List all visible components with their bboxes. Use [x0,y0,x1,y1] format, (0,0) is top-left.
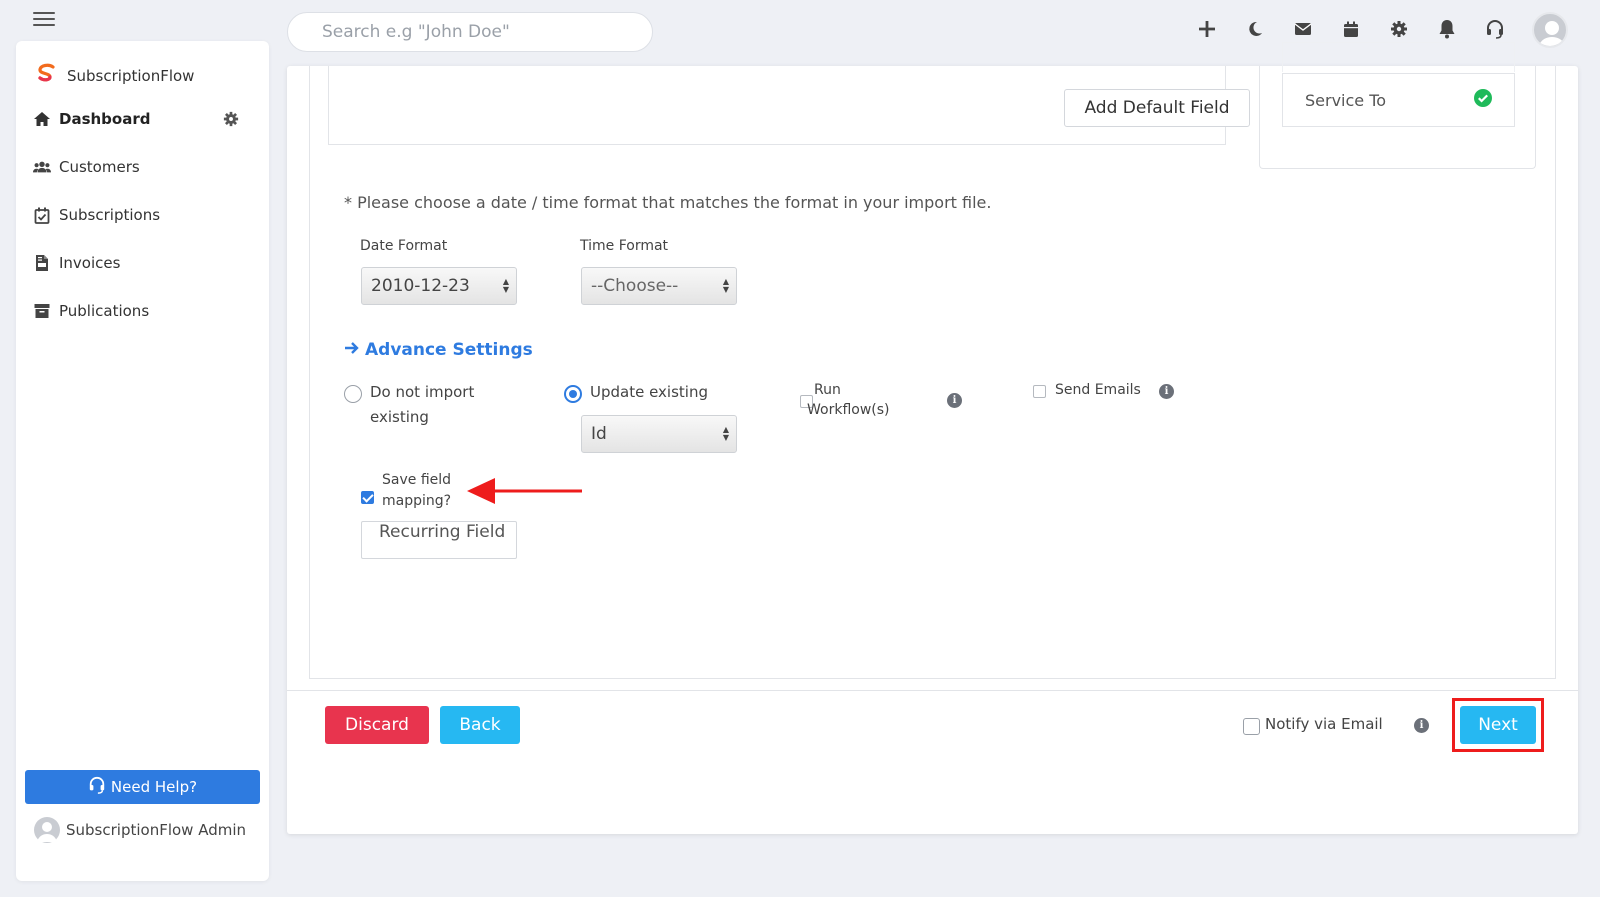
selected-value: 2010-12-23 [371,276,470,296]
sidebar-item-invoices[interactable]: Invoices [33,254,120,272]
mail-icon[interactable] [1292,18,1314,40]
run-workflow-label: Run Workflow(s) [807,380,890,420]
label-line: mapping? [382,493,452,509]
info-icon[interactable]: i [947,393,962,408]
send-emails-label: Send Emails [1055,382,1141,398]
selected-value: Id [591,424,607,444]
save-field-mapping-label: Save field mapping? [382,470,451,512]
mapping-name-input[interactable]: Recurring Field [361,521,517,559]
brand-name: SubscriptionFlow [67,67,195,85]
do-not-import-label: Do not import existing [370,380,474,430]
notify-via-email-checkbox[interactable] [1243,718,1260,735]
label-line: Save field [382,472,452,488]
headset-icon [88,776,106,798]
top-icons [1196,18,1506,40]
sidebar-item-label: Subscriptions [59,206,161,224]
default-fields-box: Add Default Field [328,66,1250,145]
send-emails-checkbox[interactable] [1033,385,1046,398]
need-help-label: Need Help? [110,778,198,796]
info-icon[interactable]: i [1159,384,1174,399]
sidebar-item-label: Dashboard [59,110,151,128]
select-arrows-icon: ▲ ▼ [722,277,729,294]
arrow-right-icon [344,340,360,360]
list-item[interactable]: Service To [1282,73,1515,127]
user-name: SubscriptionFlow Admin [66,821,247,839]
field-name: Service To [1305,90,1387,110]
home-icon [33,110,51,128]
need-help-button[interactable]: Need Help? [25,770,260,804]
discard-button[interactable]: Discard [325,706,429,744]
check-circle-icon [1474,89,1492,111]
label-line: Workflow(s) [807,402,890,418]
do-not-import-radio[interactable] [344,385,362,403]
file-invoice-icon [33,254,51,272]
input-value: Recurring Field [379,522,506,542]
mapped-fields-list: Service To [1259,42,1536,169]
plus-icon[interactable] [1196,18,1218,40]
advance-settings-label: Advance Settings [365,340,533,360]
date-format-note: * Please choose a date / time format tha… [344,193,992,212]
search-input[interactable] [287,12,653,52]
label-line: Do not import [370,383,475,401]
notify-via-email-label: Notify via Email [1265,715,1383,733]
sidebar-item-label: Publications [59,302,150,320]
next-button[interactable]: Next [1460,706,1536,744]
sidebar-item-customers[interactable]: Customers [33,158,140,176]
archive-icon [33,302,51,320]
add-default-field-button[interactable]: Add Default Field [1064,89,1250,127]
selected-value: --Choose-- [591,276,679,296]
calendar-check-icon [33,206,51,224]
menu-toggle-icon[interactable] [33,12,55,28]
brand[interactable]: SubscriptionFlow [36,63,194,89]
date-format-select[interactable]: 2010-12-23 ▲ ▼ [361,267,517,305]
select-arrows-icon: ▲ ▼ [502,277,509,294]
back-button[interactable]: Back [440,706,520,744]
gear-icon[interactable] [1388,18,1410,40]
footer-divider [287,690,1578,691]
sidebar: SubscriptionFlow Dashboard Customers Sub… [16,41,269,881]
list-item [1282,42,1515,72]
advance-settings-link[interactable]: Advance Settings [344,340,533,360]
label-line: existing [370,408,429,426]
moon-icon[interactable] [1244,18,1266,40]
sidebar-item-publications[interactable]: Publications [33,302,149,320]
sidebar-item-label: Customers [59,158,140,176]
import-mapping-card: Add Default Field Service To * Please ch… [287,42,1578,834]
save-field-mapping-checkbox[interactable] [361,491,374,504]
bell-icon[interactable] [1436,18,1458,40]
headset-icon[interactable] [1484,18,1506,40]
update-existing-radio[interactable] [564,385,582,403]
time-format-label: Time Format [580,238,669,254]
avatar [34,817,60,843]
sidebar-item-label: Invoices [59,254,121,272]
dashboard-settings-icon[interactable] [223,111,239,131]
update-existing-label: Update existing [590,383,708,401]
subscriptionflow-logo-icon [36,63,58,89]
time-format-select[interactable]: --Choose-- ▲ ▼ [581,267,737,305]
users-icon [33,158,51,176]
user-avatar[interactable] [1532,12,1568,48]
annotation-arrow-icon [467,478,582,504]
sidebar-item-dashboard[interactable]: Dashboard [33,110,150,128]
select-arrows-icon: ▲ ▼ [722,425,729,442]
update-key-select[interactable]: Id ▲ ▼ [581,415,737,453]
sidebar-user[interactable]: SubscriptionFlow Admin [34,817,246,843]
sidebar-item-subscriptions[interactable]: Subscriptions [33,206,160,224]
date-format-label: Date Format [360,238,448,254]
calendar-icon[interactable] [1340,18,1362,40]
label-line: Run [814,382,841,398]
info-icon[interactable]: i [1414,718,1429,733]
